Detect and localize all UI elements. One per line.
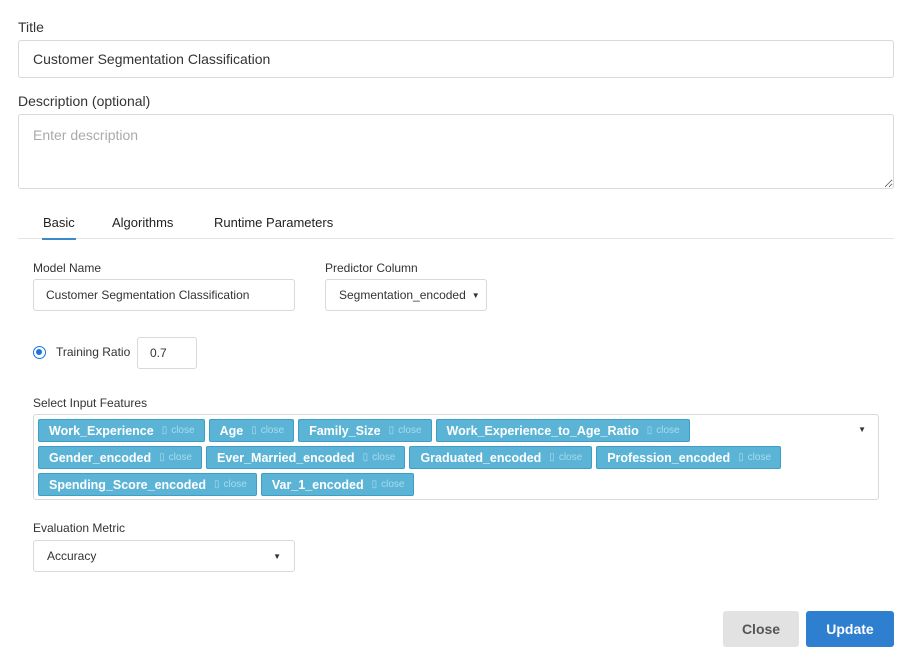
chip-close-icon[interactable]: ▯ close	[162, 425, 195, 436]
input-features-label: Select Input Features	[33, 396, 148, 410]
chip-close-icon[interactable]: ▯ close	[363, 452, 396, 463]
chip-close-icon[interactable]: ▯ close	[214, 479, 247, 490]
feature-chip-label: Work_Experience	[49, 423, 154, 438]
tab-bar: Basic Algorithms Runtime Parameters	[18, 212, 894, 240]
feature-chip-label: Age	[219, 423, 244, 438]
feature-chip-label: Spending_Score_encoded	[49, 477, 206, 492]
chip-close-text: close	[398, 425, 422, 436]
feature-chip-label: Var_1_encoded	[271, 477, 364, 492]
input-features-multiselect[interactable]: Work_Experience ▯ close Age ▯ close Family_Siz…	[33, 414, 879, 500]
title-input[interactable]	[18, 40, 894, 78]
feature-chip[interactable]: Profession_encoded ▯ close	[596, 446, 782, 469]
predictor-column-value: Segmentation_encoded	[339, 288, 466, 302]
chip-close-text: close	[656, 425, 680, 436]
caret-down-icon[interactable]: ▼	[858, 425, 866, 434]
feature-chip-label: Gender_encoded	[49, 450, 152, 465]
feature-chip[interactable]: Age ▯ close	[208, 419, 295, 442]
feature-chip-label: Family_Size	[309, 423, 381, 438]
evaluation-metric-select[interactable]: Accuracy ▼	[33, 540, 295, 572]
chip-close-text: close	[260, 425, 285, 436]
chip-close-icon[interactable]: ▯ close	[372, 479, 405, 490]
title-label: Title	[18, 19, 44, 35]
model-name-label: Model Name	[33, 261, 102, 275]
feature-chip-label: Ever_Married_encoded	[217, 450, 355, 465]
training-ratio-label: Training Ratio	[56, 345, 131, 359]
feature-chip[interactable]: Work_Experience_to_Age_Ratio ▯ close	[435, 419, 690, 442]
training-ratio-input[interactable]	[137, 337, 197, 369]
predictor-column-label: Predictor Column	[325, 261, 418, 275]
chip-close-text: close	[372, 452, 396, 463]
chip-close-icon[interactable]: ▯ close	[251, 425, 284, 436]
chip-close-icon[interactable]: ▯ close	[389, 425, 422, 436]
chip-close-text: close	[558, 452, 583, 463]
evaluation-metric-label: Evaluation Metric	[33, 521, 126, 535]
feature-chip[interactable]: Work_Experience ▯ close	[38, 419, 205, 442]
close-button[interactable]: Close	[723, 611, 799, 647]
tab-basic[interactable]: Basic	[42, 215, 76, 240]
feature-chip[interactable]: Gender_encoded ▯ close	[38, 446, 202, 469]
update-button[interactable]: Update	[806, 611, 894, 647]
chip-close-text: close	[168, 452, 192, 463]
feature-chip[interactable]: Spending_Score_encoded ▯ close	[38, 473, 257, 496]
feature-chip[interactable]: Ever_Married_encoded ▯ close	[206, 446, 406, 469]
chip-close-text: close	[381, 479, 405, 490]
feature-chip[interactable]: Graduated_encoded ▯ close	[409, 446, 593, 469]
description-input[interactable]	[18, 114, 894, 189]
evaluation-metric-value: Accuracy	[47, 549, 97, 563]
feature-chip-label: Work_Experience_to_Age_Ratio	[446, 423, 639, 438]
feature-chip[interactable]: Var_1_encoded ▯ close	[260, 473, 415, 496]
chip-close-icon[interactable]: ▯ close	[647, 425, 680, 436]
chip-close-icon[interactable]: ▯ close	[738, 452, 771, 463]
chip-close-icon[interactable]: ▯ close	[549, 452, 582, 463]
feature-chip-label: Graduated_encoded	[420, 450, 542, 465]
predictor-column-select[interactable]: Segmentation_encoded ▼	[325, 279, 487, 311]
training-ratio-radio[interactable]	[33, 346, 46, 359]
chip-close-text: close	[171, 425, 195, 436]
feature-chip[interactable]: Family_Size ▯ close	[298, 419, 432, 442]
feature-chip-list: Work_Experience ▯ close Age ▯ close Family_Siz…	[38, 419, 848, 496]
model-name-input[interactable]	[33, 279, 295, 311]
caret-down-icon: ▼	[471, 290, 480, 300]
chip-close-icon[interactable]: ▯ close	[159, 452, 192, 463]
chip-close-text: close	[223, 479, 247, 490]
tab-algorithms[interactable]: Algorithms	[112, 215, 173, 230]
chip-close-text: close	[747, 452, 772, 463]
description-label: Description (optional)	[18, 93, 151, 109]
feature-chip-label: Profession_encoded	[607, 450, 731, 465]
tab-runtime-parameters[interactable]: Runtime Parameters	[214, 215, 333, 230]
caret-down-icon: ▼	[273, 551, 281, 561]
